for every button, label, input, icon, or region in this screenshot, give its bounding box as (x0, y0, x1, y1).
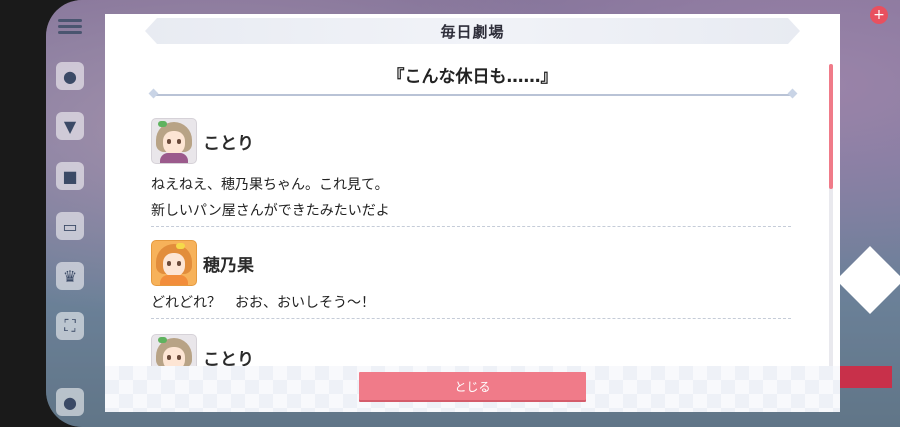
event-banner[interactable] (840, 366, 892, 388)
speaker-row: ことり (151, 334, 254, 366)
scrollbar[interactable] (829, 64, 833, 368)
shirt-icon[interactable]: ▼ (56, 112, 84, 140)
add-currency-button[interactable]: + (870, 6, 888, 24)
chat-icon[interactable]: ● (56, 62, 84, 90)
person-icon[interactable]: ● (56, 388, 84, 416)
speaker-name: ことり (203, 349, 254, 367)
close-button[interactable]: とじる (359, 372, 586, 400)
screen-icon[interactable]: ▭ (56, 212, 84, 240)
entry-separator (151, 226, 791, 227)
speaker-row: 穂乃果 (151, 240, 254, 286)
gift-icon[interactable]: ■ (56, 162, 84, 190)
kotori-avatar (151, 118, 197, 164)
story-scroll-area[interactable]: 『こんな休日も……』 ことり ねえねえ、穂乃果ちゃん。これ見て。 新しいパン屋さ… (105, 54, 840, 366)
daily-theater-dialog: 毎日劇場 『こんな休日も……』 ことり ねえねえ、穂乃果ちゃん。これ見て。 新し… (105, 14, 840, 412)
story-title: 『こんな休日も……』 (387, 67, 558, 87)
honoka-avatar (151, 240, 197, 286)
kotori-avatar (151, 334, 197, 366)
left-toolbar: ● ▼ ■ ▭ ♛ ⛶ ● (50, 0, 90, 427)
dialogue-line: どれどれ？ おお、おいしそう～！ (151, 295, 375, 311)
menu-icon[interactable] (56, 12, 84, 40)
scroll-thumb[interactable] (829, 64, 833, 189)
speaker-name: ことり (203, 133, 254, 154)
dialog-title: 毎日劇場 (145, 18, 800, 44)
title-divider (153, 94, 793, 96)
trophy-icon[interactable]: ♛ (56, 262, 84, 290)
speaker-row: ことり (151, 118, 254, 164)
dialogue-line: 新しいパン屋さんができたみたいだよ (151, 203, 390, 219)
dialogue-line: ねえねえ、穂乃果ちゃん。これ見て。 (151, 177, 389, 193)
entry-separator (151, 318, 791, 319)
fullscreen-icon[interactable]: ⛶ (56, 312, 84, 340)
speaker-name: 穂乃果 (203, 255, 254, 276)
